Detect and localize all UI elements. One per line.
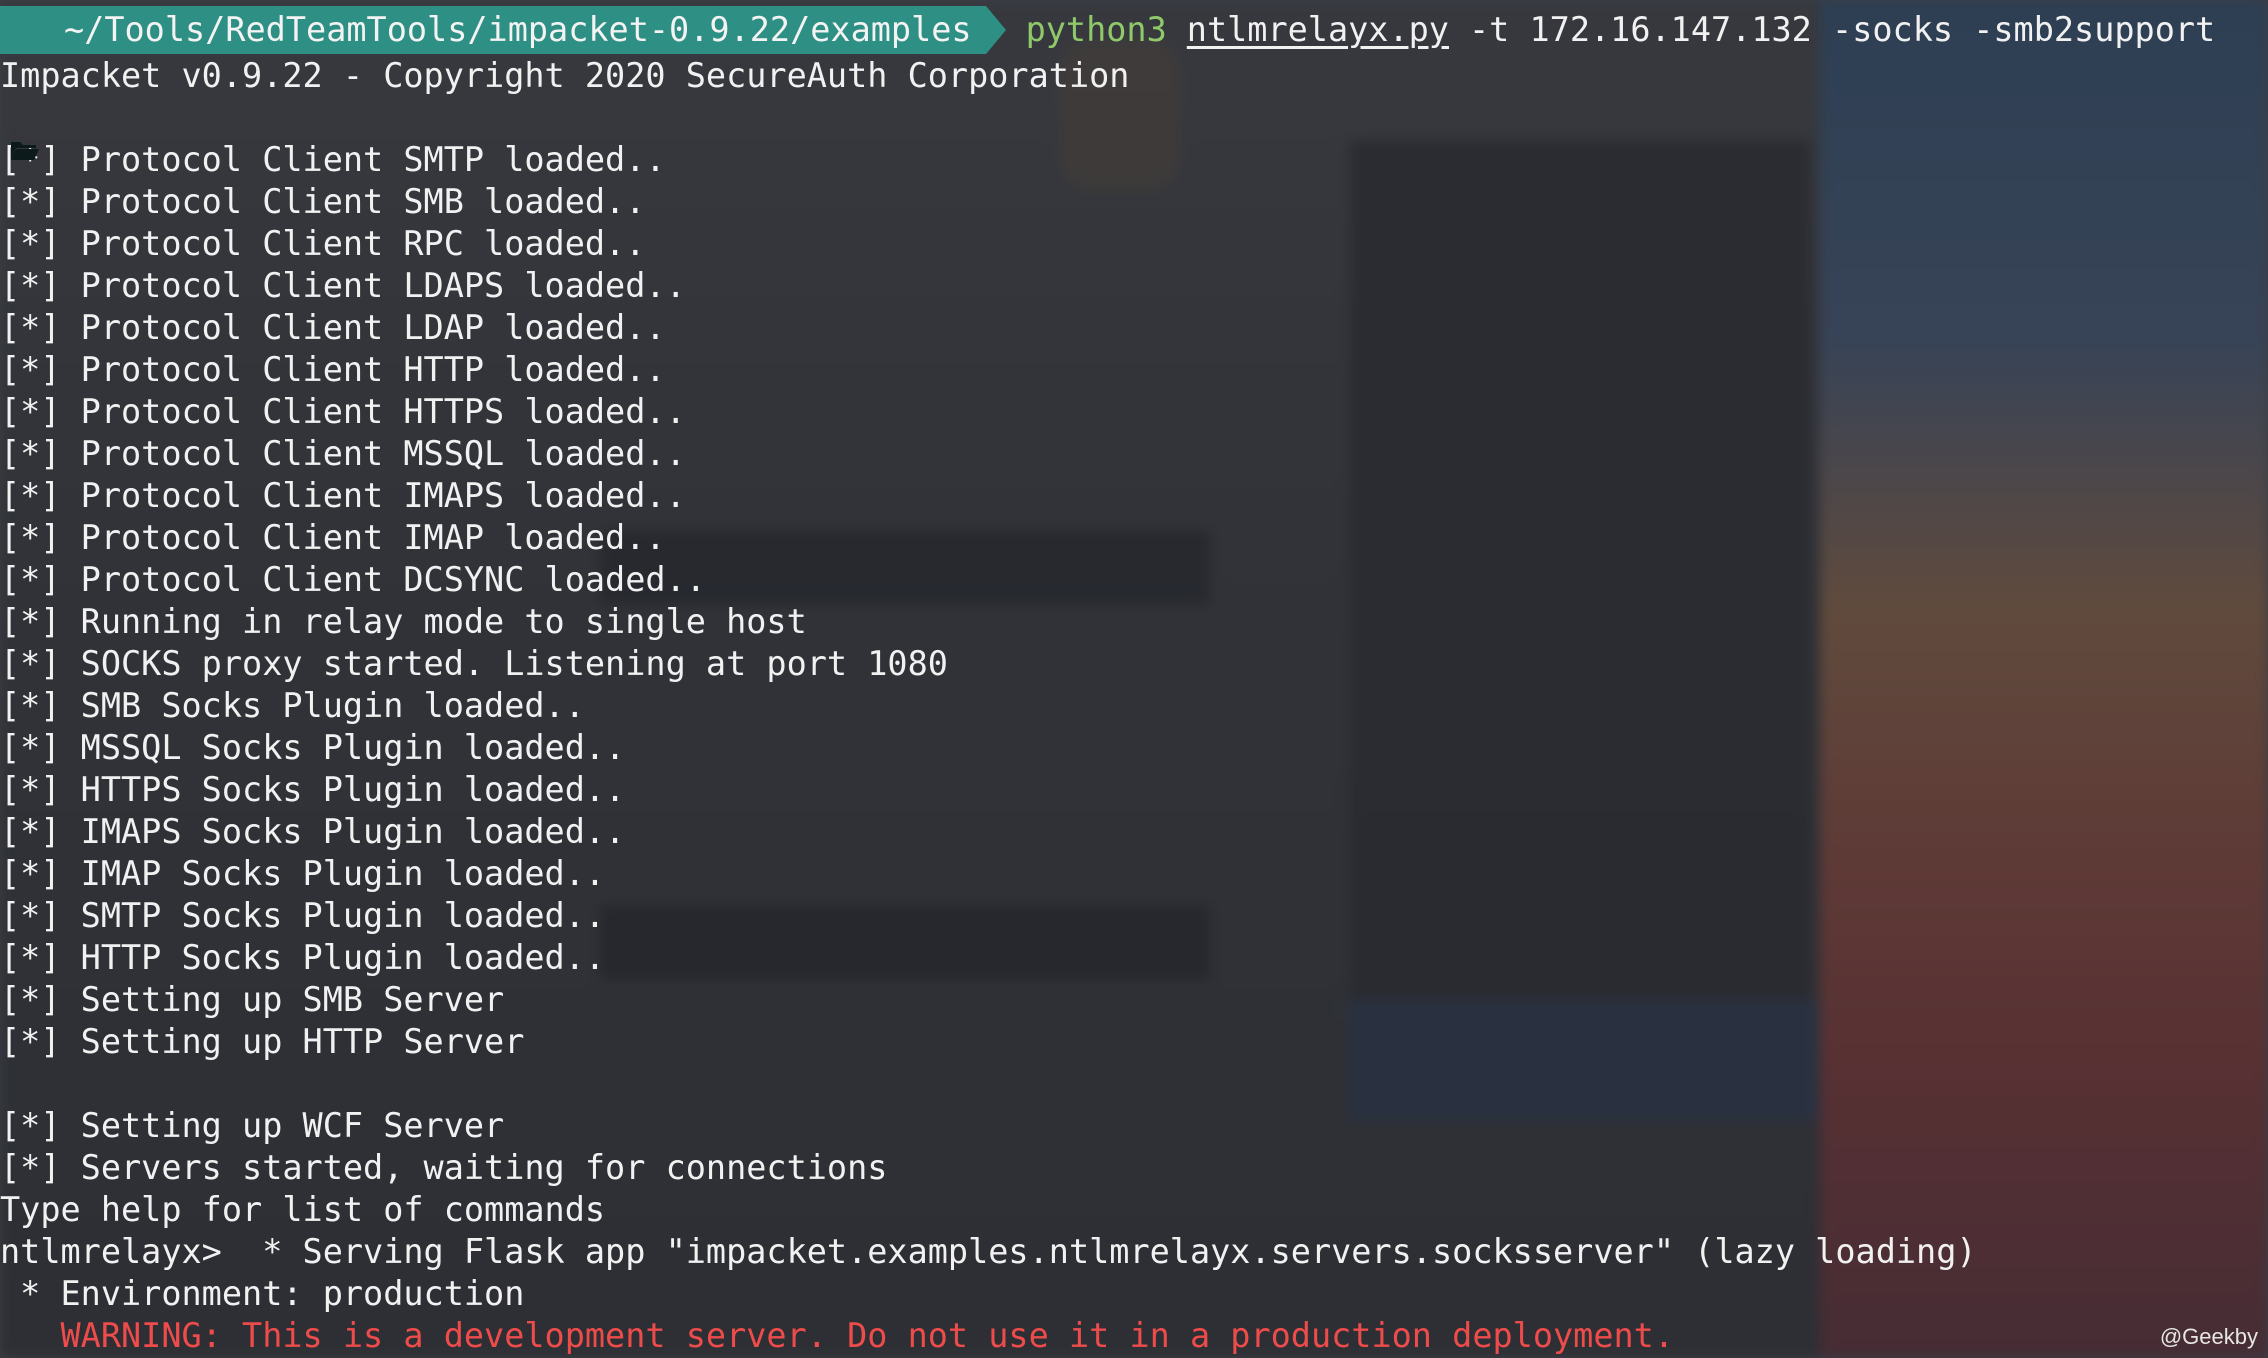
output-line: [*] Running in relay mode to single host <box>0 602 807 641</box>
prompt-arrow <box>985 6 1006 54</box>
output-line: [*] Setting up WCF Server <box>0 1106 505 1145</box>
output-line: [*] Protocol Client LDAPS loaded.. <box>0 266 686 305</box>
output-line: Type help for list of commands <box>0 1190 606 1229</box>
warning-line: WARNING: This is a development server. D… <box>0 1316 1675 1355</box>
output-line: [*] Setting up HTTP Server <box>0 1022 525 1061</box>
output-line: [*] Protocol Client IMAPS loaded.. <box>0 476 686 515</box>
output-line: [*] Protocol Client SMB loaded.. <box>0 182 646 221</box>
output-line: [*] Protocol Client LDAP loaded.. <box>0 308 666 347</box>
watermark: @Geekby <box>2159 1324 2258 1349</box>
command-args: -t 172.16.147.132 -socks -smb2support <box>1468 10 2216 49</box>
output-line: [*] Setting up SMB Server <box>0 980 505 1019</box>
output-block: Impacket v0.9.22 - Copyright 2020 Secure… <box>0 55 2268 1357</box>
output-line: [*] Protocol Client HTTPS loaded.. <box>0 392 686 431</box>
output-line: [*] SMB Socks Plugin loaded.. <box>0 686 585 725</box>
command-script: ntlmrelayx.py <box>1186 10 1449 49</box>
output-line: [*] Protocol Client RPC loaded.. <box>0 224 646 263</box>
output-line: [*] Servers started, waiting for connect… <box>0 1148 888 1187</box>
output-line: [*] Protocol Client DCSYNC loaded.. <box>0 560 706 599</box>
output-line: [*] HTTPS Socks Plugin loaded.. <box>0 770 626 809</box>
output-line: [*] SOCKS proxy started. Listening at po… <box>0 644 948 683</box>
prompt-path-segment: ~/Tools/RedTeamTools/impacket-0.9.22/exa… <box>0 6 986 160</box>
output-line: [*] IMAPS Socks Plugin loaded.. <box>0 812 626 851</box>
output-line: [*] Protocol Client IMAP loaded.. <box>0 518 666 557</box>
output-line: [*] IMAP Socks Plugin loaded.. <box>0 854 606 893</box>
folder-open-icon <box>10 19 40 160</box>
terminal-window[interactable]: ~/Tools/RedTeamTools/impacket-0.9.22/exa… <box>0 0 2268 1358</box>
ntlmrelayx-prompt-line[interactable]: ntlmrelayx> * Serving Flask app "impacke… <box>0 1231 2268 1273</box>
output-line: [*] MSSQL Socks Plugin loaded.. <box>0 728 626 767</box>
output-line: * Environment: production <box>0 1274 525 1313</box>
prompt-line: ~/Tools/RedTeamTools/impacket-0.9.22/exa… <box>0 0 2268 160</box>
output-line: [*] Protocol Client HTTP loaded.. <box>0 350 666 389</box>
output-line: [*] SMTP Socks Plugin loaded.. <box>0 896 606 935</box>
prompt-path: ~/Tools/RedTeamTools/impacket-0.9.22/exa… <box>64 10 972 49</box>
output-line: [*] HTTP Socks Plugin loaded.. <box>0 938 606 977</box>
output-line: [*] Protocol Client MSSQL loaded.. <box>0 434 686 473</box>
output-line: [*] Protocol Client SMTP loaded.. <box>0 140 666 179</box>
command-interpreter: python3 <box>1025 10 1167 49</box>
output-line: Impacket v0.9.22 - Copyright 2020 Secure… <box>0 56 1130 95</box>
